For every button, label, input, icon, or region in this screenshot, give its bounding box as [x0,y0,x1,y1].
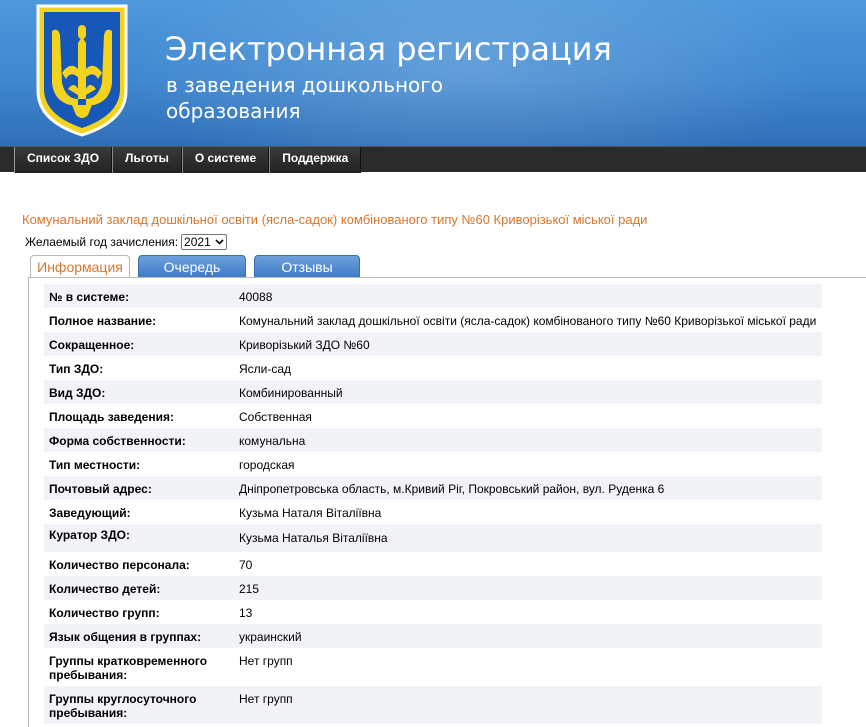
info-panel: № в системе: 40088 Полное название: Комунал… [28,277,866,727]
table-row: Тип ЗДО: Ясли-сад [44,356,822,380]
year-label: Желаемый год зачисления: [25,235,179,249]
table-row: Вид ЗДО: Комбинированный [44,380,822,404]
nav-item-kindergarten-list[interactable]: Список ЗДО [14,147,113,173]
info-key: Вид ЗДО: [44,380,234,404]
table-row: № в системе: 40088 [44,284,822,308]
info-value: Комбинированный [234,380,822,404]
info-key: Полное название: [49,314,157,328]
info-key: Сокращенное: [44,332,234,356]
table-row: Полное название: Комунальний заклад дошкі… [44,308,822,332]
chevron-down-icon [215,239,224,245]
info-key: Заведующий: [49,506,131,520]
site-subtitle: в заведения дошкольного образования [166,73,444,123]
table-row: Группы круглосуточного пребывания: Нет гр… [44,686,822,724]
info-key: Тип ЗДО: [49,362,104,376]
info-table: № в системе: 40088 Полное название: Комунал… [44,284,822,724]
info-value: комунальна [234,428,822,452]
table-row: Сокращенное: Криворізький ЗДО №60 [44,332,822,356]
year-row: Желаемый год зачисления: 2021 [25,234,227,250]
table-row: Площадь заведения: Собственная [44,404,822,428]
info-key: Площадь заведения: [49,410,174,424]
table-row: Количество групп: 13 [44,600,822,624]
info-key: Группы круглосуточного пребывания: [44,686,234,724]
info-value: Собственная [239,410,312,424]
info-key: Форма собственности: [44,428,234,452]
nav-item-about[interactable]: О системе [181,147,270,173]
info-value: украинский [234,624,822,648]
site-header: Электронная регистрация в заведения дошк… [0,0,866,146]
site-title: Электронная регистрация [165,30,612,68]
nav-item-benefits[interactable]: Льготы [112,147,182,173]
org-title: Комунальний заклад дошкільної освіти (яс… [22,212,648,227]
table-row: Форма собственности: комунальна [44,428,822,452]
table-row: Группы кратковременного пребывания: Нет г… [44,648,822,686]
info-key: Язык общения в группах: [44,624,234,648]
info-key: Почтовый адрес: [44,476,234,500]
info-value: Нет групп [239,654,293,668]
info-value: Кузьма Наталья Віталіївна [234,524,822,552]
table-row: Куратор ЗДО: Кузьма Наталья Віталіївна [44,524,822,552]
table-row: Количество персонала: 70 [44,552,822,576]
tab-queue[interactable]: Очередь [138,255,246,278]
info-value: 70 [239,558,253,572]
info-key: Количество групп: [49,606,160,620]
info-value: Дніпропетровська область, м.Кривий Ріг, … [234,476,822,500]
table-row: Количество детей: 215 [44,576,822,600]
table-row: Почтовый адрес: Дніпропетровська область,… [44,476,822,500]
tab-reviews[interactable]: Отзывы [254,255,360,278]
info-value: Криворізький ЗДО №60 [234,332,822,356]
info-value: Ясли-сад [239,362,292,376]
year-selected-value: 2021 [184,235,211,249]
year-select[interactable]: 2021 [181,234,227,250]
info-value: Нет групп [234,686,822,724]
main-nav: Список ЗДО Льготы О системе Поддержка [0,146,866,173]
info-key: № в системе: [44,284,234,308]
info-key: Количество детей: [44,576,234,600]
info-value: городская [239,458,295,472]
tab-information[interactable]: Информация [30,255,130,279]
table-row: Тип местности: городская [44,452,822,476]
nav-item-support[interactable]: Поддержка [269,147,362,173]
info-key: Группы кратковременного пребывания: [49,654,208,682]
info-value: 40088 [234,284,822,308]
tab-bar: Информация Очередь Отзывы [30,255,368,279]
info-value: Кузьма Наталя Віталіївна [239,506,382,520]
ukraine-trident-coat-of-arms-icon [36,4,128,137]
table-row: Заведующий: Кузьма Наталя Віталіївна [44,500,822,524]
info-key: Количество персонала: [49,558,190,572]
table-row: Язык общения в группах: украинский [44,624,822,648]
info-value: 215 [234,576,822,600]
info-value: 13 [239,606,253,620]
nav-items: Список ЗДО Льготы О системе Поддержка [14,147,362,173]
info-key: Тип местности: [49,458,141,472]
info-value: Комунальний заклад дошкільної освіти (яс… [239,314,817,328]
info-key: Куратор ЗДО: [44,524,234,552]
